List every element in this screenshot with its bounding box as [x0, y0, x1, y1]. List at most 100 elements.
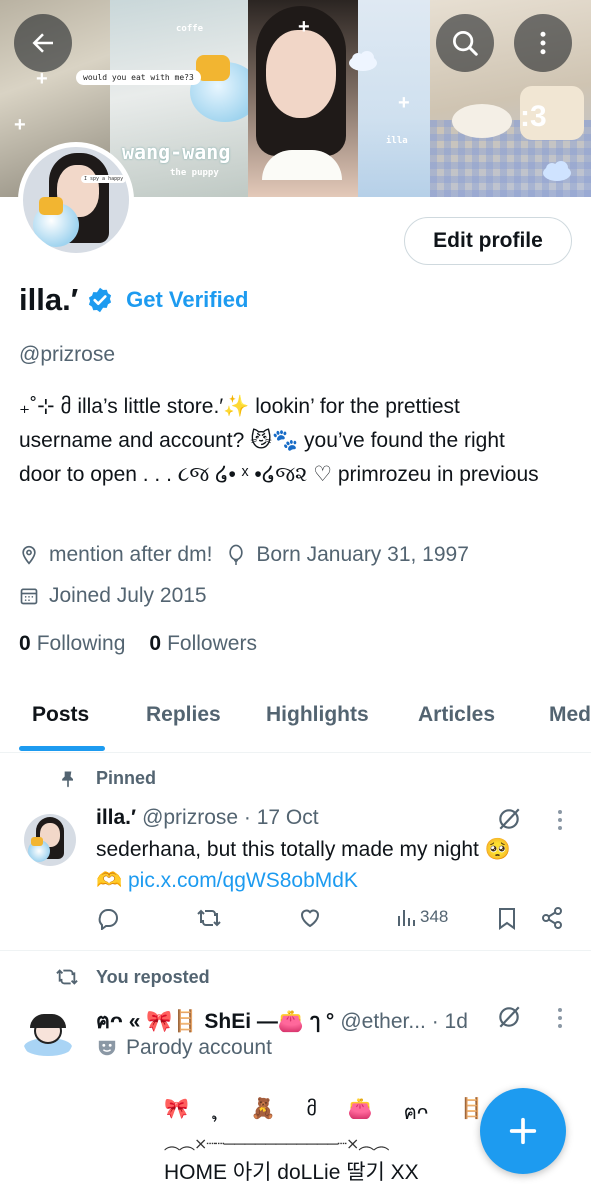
bio-line: door to open . . . ૮જ ໒• ˣ •໒જ૨ ♡ primro… [19, 463, 539, 486]
followers-link[interactable]: 0 Followers [149, 632, 257, 656]
post-actions: 348 [96, 906, 566, 936]
banner-number-text: :3 [520, 100, 547, 133]
post-avatar[interactable] [24, 814, 76, 866]
post-emoji: 🫶 [96, 869, 123, 892]
profile-avatar[interactable]: I spy a happy [18, 142, 134, 258]
banner-coffee-text: coffe [176, 24, 204, 34]
post-divider [0, 950, 591, 951]
more-vertical-icon [540, 31, 546, 55]
following-link[interactable]: 0 Following [19, 632, 125, 656]
banner-subtitle-text: the puppy [170, 168, 219, 178]
grok-icon[interactable] [496, 1004, 522, 1030]
cloud-icon [543, 161, 571, 181]
reply-icon [98, 908, 118, 930]
emoji: 👛 [347, 1098, 373, 1120]
follow-stats: 0 Following 0 Followers [19, 632, 281, 656]
post-header: illa.′ @prizrose · 17 Oct [96, 806, 319, 830]
share-button[interactable] [540, 906, 564, 930]
birthday-item: Born January 31, 1997 [226, 543, 469, 567]
reply-button[interactable] [96, 906, 120, 930]
views-button[interactable]: 348 [396, 906, 448, 928]
location-pin-icon [22, 545, 36, 565]
post-author-meta[interactable]: @prizrose · 17 Oct [142, 806, 319, 830]
search-icon [453, 31, 478, 56]
post-more-icon[interactable] [550, 808, 570, 832]
post-author-name[interactable]: illa.′ [96, 806, 136, 830]
edit-profile-button[interactable]: Edit profile [404, 217, 572, 265]
banner-plate [452, 104, 512, 138]
bookmark-button[interactable] [496, 906, 518, 930]
display-name: illa.′ [19, 282, 79, 317]
back-button[interactable] [14, 14, 72, 72]
bookmark-icon [499, 908, 515, 930]
joined-text: Joined July 2015 [49, 584, 207, 607]
following-label: Following [36, 632, 126, 655]
plus-icon [509, 1117, 537, 1145]
repost-icon [56, 969, 78, 985]
location-text: mention after dm! [49, 543, 213, 566]
tab-highlights[interactable]: Highlights [266, 703, 369, 727]
arrow-left-icon [32, 33, 53, 53]
decorative-divider: ︵︵⨯┈┈───────────┈⨯︵︵ [164, 1136, 389, 1153]
post-author-name[interactable]: ฅᴖ « 🎀🪜 ShEi —👛 ๅ ° [96, 1005, 334, 1038]
emoji: მ [306, 1098, 317, 1120]
repost-content: 🎀 ຸ 🧸 მ 👛 ฅᴖ 🪜 ︵︵⨯┈┈───────────┈⨯︵︵ HOME… [164, 1096, 494, 1186]
bio-line: username and account? 😼🐾 you’ve found th… [19, 429, 505, 452]
theater-mask-icon [98, 1040, 116, 1056]
compose-post-button[interactable] [480, 1088, 566, 1174]
tab-media[interactable]: Media [549, 703, 591, 727]
views-icon [398, 910, 415, 926]
post-avatar[interactable] [22, 1010, 74, 1062]
repost-button[interactable] [196, 906, 222, 930]
post-header: ฅᴖ « 🎀🪜 ShEi —👛 ๅ ° @ether... · 1d [96, 1005, 468, 1038]
calendar-icon [20, 588, 38, 605]
followers-label: Followers [167, 632, 257, 655]
more-options-button[interactable] [514, 14, 572, 72]
emoji: 🧸 [250, 1098, 276, 1120]
post-text-link-line: 🫶 pic.x.com/qgWS8obMdK [96, 869, 358, 893]
like-button[interactable] [298, 906, 322, 930]
cloud-icon [349, 51, 377, 71]
get-verified-link[interactable]: Get Verified [126, 287, 248, 313]
repost-icon [197, 909, 221, 927]
repost-text-line: HOME 아기 doLLie 딸기 XX [164, 1161, 419, 1184]
location-item: mention after dm! [19, 543, 212, 567]
sparkle-icon: + [298, 16, 310, 38]
reposted-label: You reposted [54, 966, 210, 988]
post-text: sederhana, but this totally made my nigh… [96, 838, 511, 861]
sparkle-icon: + [14, 114, 26, 136]
tab-replies[interactable]: Replies [146, 703, 221, 727]
birthday-text: Born January 31, 1997 [256, 543, 469, 566]
banner-title-text: wang-wang [122, 140, 231, 164]
emoji: ฅᴖ [403, 1102, 429, 1124]
tab-posts[interactable]: Posts [32, 703, 89, 727]
banner-mango [196, 55, 230, 81]
views-count: 348 [420, 907, 449, 926]
reposted-text: You reposted [96, 966, 210, 987]
sparkle-icon: + [398, 92, 410, 114]
profile-handle: @prizrose [19, 343, 116, 366]
banner-panel-sky [358, 0, 430, 197]
tab-articles[interactable]: Articles [418, 703, 495, 727]
profile-bio: ₊˚⊹ მ illa’s little store.′✨ lookin’ for… [19, 390, 579, 492]
bio-line: ₊˚⊹ მ illa’s little store.′✨ lookin’ for… [19, 395, 460, 418]
verified-badge-icon[interactable] [86, 286, 114, 314]
banner-face [266, 30, 336, 118]
post-author-meta[interactable]: @ether... · 1d [340, 1010, 468, 1034]
profile-meta-row: Joined July 2015 [19, 584, 221, 608]
post-media-link[interactable]: pic.x.com/qgWS8obMdK [128, 869, 358, 892]
name-row: illa.′ Get Verified [19, 282, 248, 318]
parody-label: Parody account [96, 1036, 272, 1060]
balloon-icon [229, 544, 244, 565]
grok-icon[interactable] [496, 806, 522, 832]
banner-illa-text: illa [386, 136, 408, 146]
emoji-row: 🎀 ຸ 🧸 მ 👛 ฅᴖ 🪜 [164, 1096, 484, 1128]
post-more-icon[interactable] [550, 1006, 570, 1030]
joined-item: Joined July 2015 [19, 584, 207, 608]
profile-tabs: Posts Replies Highlights Articles Media [0, 683, 591, 753]
parody-text: Parody account [126, 1036, 272, 1059]
followers-count: 0 [149, 632, 162, 655]
banner-speech-bubble: would you eat with me?3 [76, 70, 201, 85]
search-button[interactable] [436, 14, 494, 72]
active-tab-indicator [19, 746, 105, 751]
